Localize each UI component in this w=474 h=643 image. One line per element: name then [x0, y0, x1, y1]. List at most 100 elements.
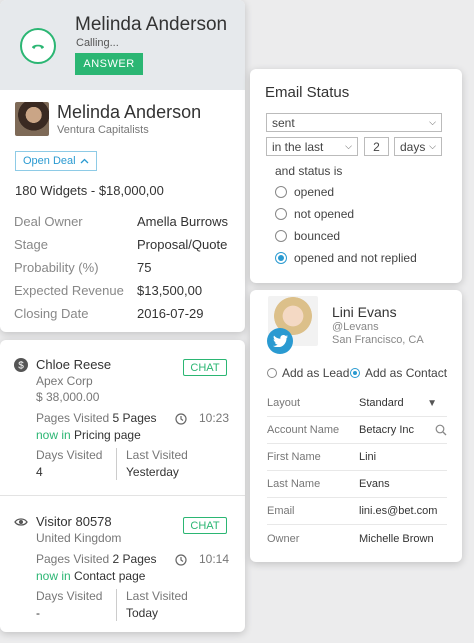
chat-button[interactable]: CHAT	[183, 359, 227, 376]
now-in: now in Contact page	[36, 569, 145, 583]
lead-field-owner[interactable]: Owner Michelle Brown	[267, 525, 447, 552]
status-option-label: not opened	[294, 207, 355, 221]
visitor-name: Visitor 80578	[36, 514, 112, 529]
visit-time: 10:23	[199, 411, 230, 425]
now-in-label: now in	[36, 428, 71, 442]
days-visited-label: Days Visited	[36, 589, 103, 603]
radio-icon[interactable]	[267, 368, 277, 378]
pages-visited-value: 2 Pages	[112, 552, 157, 566]
email-status-title: Email Status	[265, 84, 350, 101]
deal-field-label: Deal Owner	[14, 214, 83, 229]
last-visited-value: Yesterday	[126, 465, 179, 479]
status-option-label: bounced	[294, 229, 341, 243]
radio-icon[interactable]	[275, 208, 287, 220]
status-option-opened[interactable]: opened	[275, 185, 334, 199]
lead-field-value: Betacry Inc	[359, 424, 415, 436]
contact-name: Melinda Anderson	[57, 102, 202, 122]
clock-icon	[175, 554, 187, 566]
search-icon[interactable]	[435, 424, 447, 436]
status-option-label: opened and not replied	[294, 251, 417, 265]
status-option-label: opened	[294, 185, 335, 199]
phone-icon	[20, 28, 56, 64]
status-option-opened-not-replied[interactable]: opened and not replied	[275, 251, 417, 265]
answer-button[interactable]: ANSWER	[75, 53, 143, 75]
svg-text:$: $	[18, 361, 24, 372]
pages-visited: Pages Visited 2 Pages	[36, 552, 157, 566]
visitor-location: United Kingdom	[36, 531, 122, 545]
chat-button[interactable]: CHAT	[183, 517, 227, 534]
divider	[0, 495, 245, 496]
lead-field-email[interactable]: Email lini.es@bet.com	[267, 498, 447, 525]
email-status-select[interactable]: sent ⌵	[266, 113, 442, 132]
count-input[interactable]: 2	[364, 137, 389, 156]
period-select[interactable]: in the last ⌵	[266, 137, 358, 156]
deal-field-row: Stage Proposal/Quote	[14, 233, 238, 256]
deal-title: 180 Widgets - $18,000,00	[15, 183, 164, 198]
lead-field-value: Standard	[359, 397, 404, 409]
open-deal-label: Open Deal	[23, 155, 76, 167]
lead-field-label: Email	[267, 505, 295, 517]
chevron-down-icon: ⌵	[429, 117, 436, 127]
now-in-label: now in	[36, 569, 71, 583]
avatar	[15, 102, 49, 136]
lead-name: Lini Evans	[332, 304, 397, 320]
email-status-card: Email Status sent ⌵ in the last ⌵ 2 days…	[250, 69, 462, 283]
lead-field-account[interactable]: Account Name Betacry Inc	[267, 417, 447, 444]
caret-down-icon[interactable]: ▼	[427, 398, 437, 409]
lead-field-label: Layout	[267, 397, 301, 409]
lead-field-layout[interactable]: Layout Standard ▼	[267, 390, 447, 417]
status-option-not-opened[interactable]: not opened	[275, 207, 354, 221]
call-status: Calling...	[76, 37, 119, 49]
lead-handle: @Levans	[332, 321, 379, 333]
deal-field-label: Closing Date	[14, 306, 89, 321]
lead-field-value: Michelle Brown	[359, 532, 434, 545]
radio-icon[interactable]	[275, 186, 287, 198]
deal-field-value: 2016-07-29	[137, 306, 204, 321]
social-lead-card: Lini Evans @Levans San Francisco, CA Add…	[250, 290, 462, 562]
lead-field-label: First Name	[267, 451, 321, 463]
lead-field-label: Owner	[267, 532, 300, 545]
lead-field-last-name[interactable]: Last Name Evans	[267, 471, 447, 498]
chevron-down-icon: ⌵	[429, 141, 436, 151]
pages-visited: Pages Visited 5 Pages	[36, 411, 157, 425]
deal-field-label: Probability (%)	[14, 260, 99, 275]
and-status-label: and status is	[275, 164, 343, 178]
period-select-value: in the last	[272, 139, 324, 154]
visitor-name: Chloe Reese	[36, 357, 112, 372]
deal-fields: Deal Owner Amella Burrows Stage Proposal/Q…	[14, 210, 238, 325]
open-deal-button[interactable]: Open Deal	[15, 151, 97, 171]
deal-field-row: Closing Date 2016-07-29	[14, 302, 238, 325]
deal-field-value: Proposal/Quote	[137, 237, 228, 252]
now-in-page: Contact page	[74, 569, 146, 583]
visitor-amount: $ 38,000.00	[36, 390, 100, 404]
deal-field-label: Expected Revenue	[14, 283, 124, 298]
add-as-contact-option[interactable]: Add as Contact	[350, 366, 447, 380]
deal-field-value: 75	[137, 260, 152, 275]
now-in-page: Pricing page	[74, 428, 141, 442]
count-input-value: 2	[373, 139, 380, 154]
add-as-lead-label: Add as Lead	[282, 366, 350, 380]
last-visited-value: Today	[126, 606, 159, 620]
radio-selected-icon[interactable]	[350, 368, 360, 378]
unit-select[interactable]: days ⌵	[394, 137, 442, 156]
last-visited-label: Last Visited	[126, 448, 188, 462]
radio-icon[interactable]	[275, 230, 287, 242]
email-status-select-value: sent	[272, 115, 295, 130]
visitor-company: Apex Corp	[36, 374, 93, 388]
contact-header: Melinda Anderson Ventura Capitalists	[15, 102, 201, 136]
radio-selected-icon[interactable]	[275, 252, 287, 264]
unit-select-value: days	[400, 139, 426, 154]
deal-field-row: Expected Revenue $13,500,00	[14, 279, 238, 302]
visitors-card: $ Chloe Reese Apex Corp $ 38,000.00 CHAT…	[0, 340, 245, 632]
visit-time: 10:14	[199, 552, 230, 566]
deal-field-value: $13,500,00	[137, 283, 203, 298]
deal-field-label: Stage	[14, 237, 48, 252]
status-option-bounced[interactable]: bounced	[275, 229, 340, 243]
days-visited-value: 4	[36, 465, 43, 479]
add-as-contact-label: Add as Contact	[365, 366, 448, 380]
lead-field-value: Lini	[359, 451, 377, 463]
deal-field-row: Deal Owner Amella Burrows	[14, 210, 238, 233]
add-as-lead-option[interactable]: Add as Lead	[267, 366, 349, 380]
lead-field-first-name[interactable]: First Name Lini	[267, 444, 447, 471]
call-header: Melinda Anderson Calling... ANSWER	[0, 0, 245, 90]
